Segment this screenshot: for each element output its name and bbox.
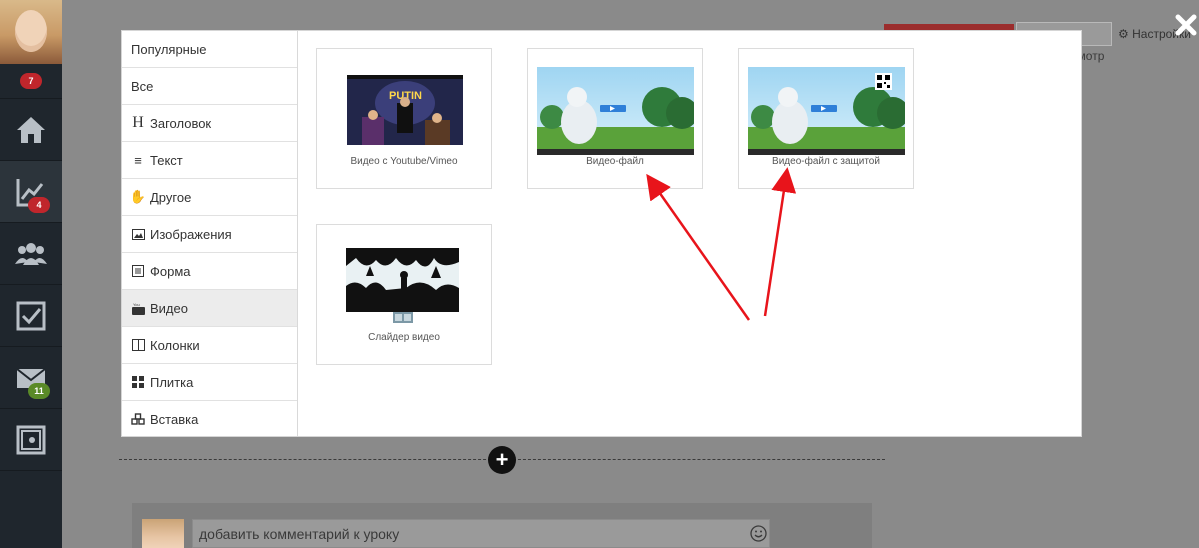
progress-badge: 4 — [28, 197, 50, 213]
comment-avatar — [142, 519, 184, 548]
notification-badge: 7 — [20, 73, 42, 89]
smiley-icon[interactable] — [750, 525, 767, 542]
sidebar-item-progress[interactable]: 4 — [0, 161, 62, 223]
annotation-arrows — [646, 167, 797, 321]
add-block-button[interactable]: + — [488, 446, 516, 474]
sidebar-item-tasks[interactable] — [0, 285, 62, 347]
close-icon[interactable] — [1175, 14, 1197, 36]
sidebar-item-mail[interactable]: 11 — [0, 347, 62, 409]
sidebar-item-safe[interactable] — [0, 409, 62, 471]
mail-badge: 11 — [28, 383, 50, 399]
sidebar-item-users[interactable] — [0, 223, 62, 285]
block-picker-modal: Популярные Все H Заголовок ≡ Текст ✋ Другое… — [121, 30, 1082, 437]
sidebar-item-home[interactable] — [0, 99, 62, 161]
safe-icon — [16, 425, 46, 454]
gear-icon: ⚙ — [1118, 27, 1129, 41]
left-sidebar: 7 4 11 — [0, 0, 62, 548]
user-avatar[interactable] — [0, 0, 62, 64]
home-icon — [17, 116, 45, 143]
checkbox-icon — [16, 301, 46, 330]
notifications-item[interactable]: 7 — [0, 64, 62, 99]
comment-input[interactable]: добавить комментарий к уроку — [192, 519, 770, 548]
users-icon — [15, 242, 47, 265]
